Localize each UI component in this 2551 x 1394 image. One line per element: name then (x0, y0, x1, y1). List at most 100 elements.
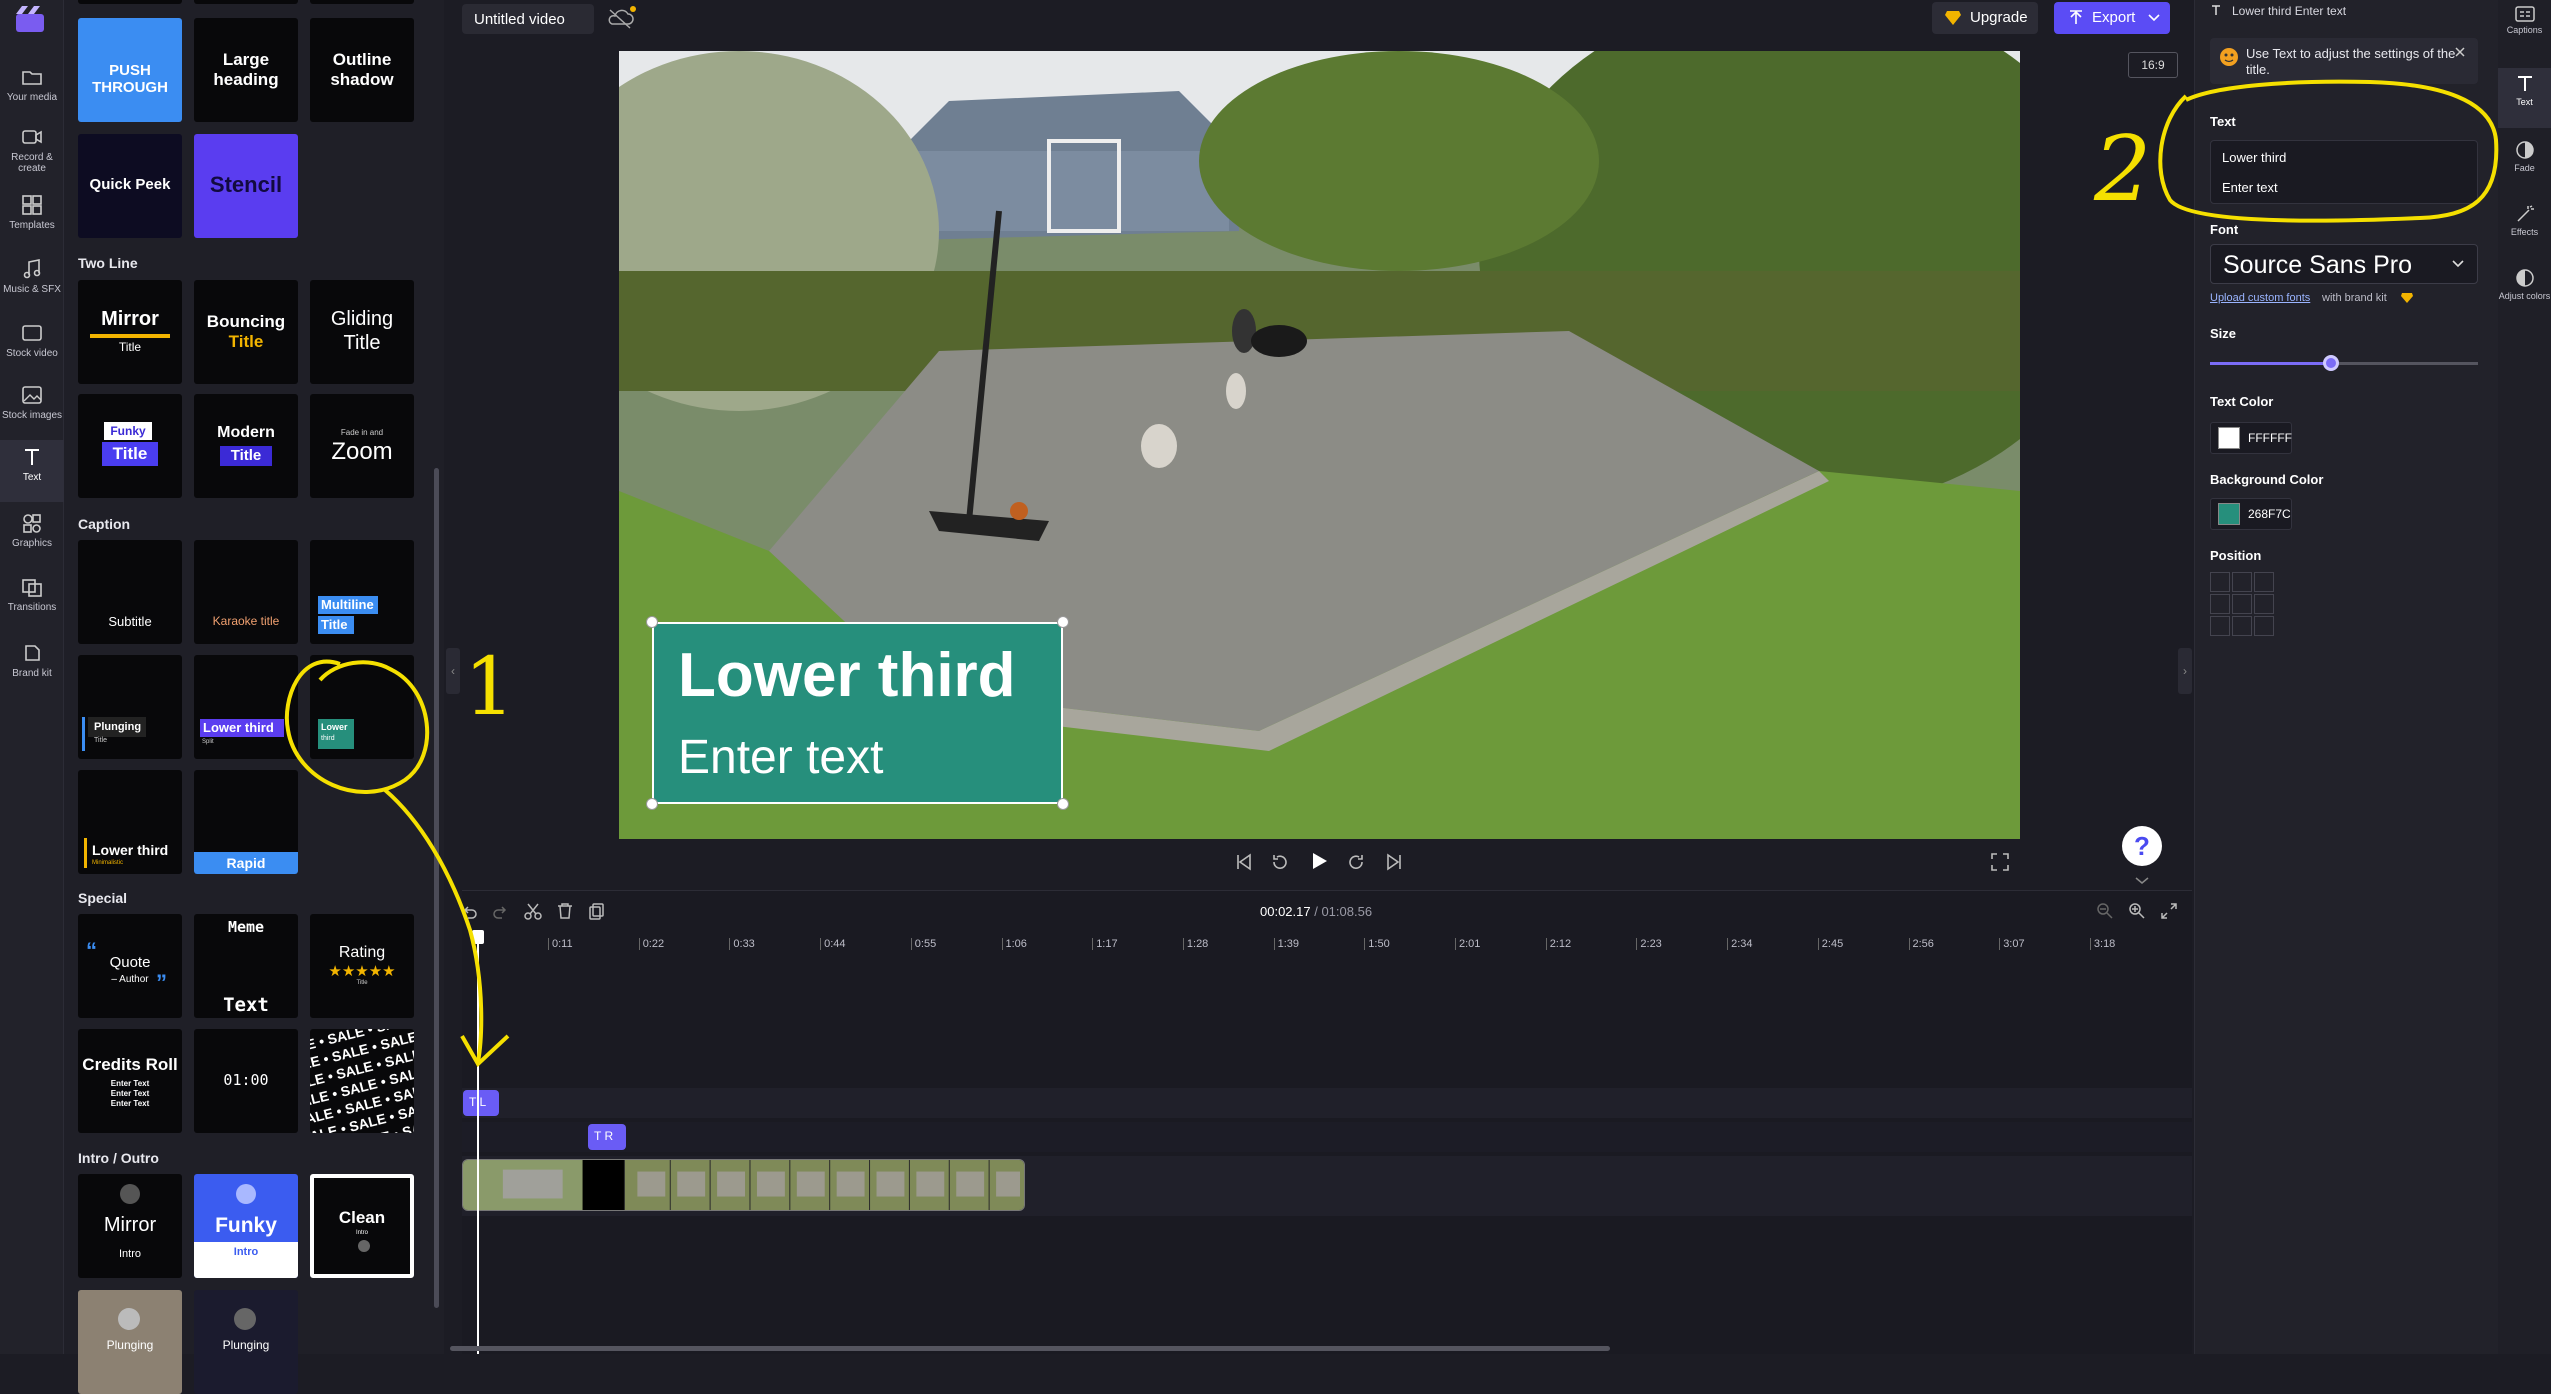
position-cell[interactable] (2254, 572, 2274, 592)
template-stencil[interactable]: Stencil (194, 134, 298, 238)
template-large-heading[interactable]: Large heading (194, 18, 298, 122)
skip-forward-icon[interactable] (1384, 852, 1404, 872)
template-quick-peek[interactable]: Quick Peek (78, 134, 182, 238)
play-icon[interactable] (1308, 850, 1330, 872)
rail-stock-video[interactable]: Stock video (0, 316, 64, 378)
text-line-input[interactable]: Enter text (2222, 180, 2278, 195)
export-button[interactable]: Export (2054, 2, 2170, 34)
resize-handle[interactable] (1057, 616, 1069, 628)
duplicate-icon[interactable] (588, 902, 606, 920)
rail-graphics[interactable]: Graphics (0, 506, 64, 568)
template-subtitle[interactable]: Subtitle (78, 540, 182, 644)
text-line-input[interactable]: Lower third (2222, 150, 2286, 165)
resize-handle[interactable] (1057, 798, 1069, 810)
zoom-in-icon[interactable] (2128, 902, 2146, 920)
rail-adjust-colors[interactable]: Adjust colors (2498, 262, 2551, 322)
template-meme[interactable]: Meme Text (194, 914, 298, 1018)
redo-icon[interactable] (492, 904, 508, 920)
rail-captions[interactable]: Captions (2498, 0, 2551, 60)
aspect-ratio-button[interactable]: 16:9 (2128, 52, 2178, 78)
position-cell[interactable] (2232, 616, 2252, 636)
template-rapid[interactable]: Rapid (194, 770, 298, 874)
rail-stock-images[interactable]: Stock images (0, 378, 64, 440)
upgrade-button[interactable]: Upgrade (1932, 2, 2038, 34)
template-mirror-intro[interactable]: Mirror Intro (78, 1174, 182, 1278)
resize-handle[interactable] (646, 616, 658, 628)
template-bouncing-title[interactable]: Bouncing Title (194, 280, 298, 384)
position-cell[interactable] (2210, 572, 2230, 592)
playhead[interactable] (477, 932, 479, 1354)
template-tile[interactable] (194, 0, 298, 4)
resize-handle[interactable] (646, 798, 658, 810)
background-color-swatch[interactable] (2218, 503, 2240, 525)
skip-back-icon[interactable] (1234, 852, 1254, 872)
lower-third-subtitle[interactable]: Enter text (678, 730, 883, 785)
text-clip[interactable]: T R (588, 1124, 626, 1150)
position-cell[interactable] (2232, 594, 2252, 614)
text-track[interactable] (462, 1088, 2192, 1118)
template-sale[interactable]: SALE • SALE • SALE • SALE SALE • SALE • … (310, 1029, 414, 1133)
lower-third-title[interactable]: Lower third (678, 640, 1016, 711)
position-cell[interactable] (2254, 616, 2274, 636)
template-lower-third-split[interactable]: Lower third Split (194, 655, 298, 759)
collapse-panel-button[interactable]: ‹ (446, 648, 460, 694)
position-cell[interactable] (2254, 594, 2274, 614)
template-mirror-title[interactable]: Mirror Title (78, 280, 182, 384)
template-outline-shadow[interactable]: Outline shadow (310, 18, 414, 122)
rail-music-sfx[interactable]: Music & SFX (0, 252, 64, 314)
background-color-hex[interactable]: 268F7C (2248, 507, 2291, 521)
font-dropdown[interactable]: Source Sans Pro (2210, 244, 2478, 284)
trash-icon[interactable] (556, 902, 574, 920)
template-karaoke-title[interactable]: Karaoke title (194, 540, 298, 644)
template-funky-intro[interactable]: Funky Intro (194, 1174, 298, 1278)
help-button[interactable]: ? (2122, 826, 2162, 866)
text-clip-lower-third[interactable]: T L (463, 1090, 499, 1116)
rail-effects[interactable]: Effects (2498, 198, 2551, 258)
rail-templates[interactable]: Templates (0, 188, 64, 250)
undo-icon[interactable] (462, 904, 478, 920)
position-cell[interactable] (2232, 572, 2252, 592)
template-rating[interactable]: Rating ★★★★★ Title (310, 914, 414, 1018)
rail-record-create[interactable]: Record & create (0, 120, 64, 182)
position-cell[interactable] (2210, 594, 2230, 614)
scissors-icon[interactable] (524, 902, 542, 920)
template-plunging[interactable]: Plunging Title (78, 655, 182, 759)
template-multiline-title[interactable]: Multiline Title (310, 540, 414, 644)
video-clip[interactable] (462, 1159, 1025, 1211)
chevron-down-icon[interactable] (2134, 876, 2150, 886)
rail-text-active[interactable]: Text (2498, 68, 2551, 128)
fullscreen-icon[interactable] (1990, 852, 2010, 872)
rail-transitions[interactable]: Transitions (0, 570, 64, 632)
template-tile[interactable] (78, 0, 182, 4)
text-color-hex[interactable]: FFFFFF (2248, 431, 2292, 445)
fit-timeline-icon[interactable] (2160, 902, 2178, 920)
forward-5s-icon[interactable] (1346, 852, 1366, 872)
template-push-through[interactable]: PUSH THROUGH (78, 18, 182, 122)
close-icon[interactable] (2454, 46, 2466, 58)
size-slider-thumb[interactable] (2322, 355, 2339, 371)
cloud-sync-off-icon[interactable] (606, 6, 636, 30)
template-credits-roll[interactable]: Credits Roll Enter Text Enter Text Enter… (78, 1029, 182, 1133)
rail-text[interactable]: Text (0, 440, 64, 502)
template-gliding-title[interactable]: Gliding Title (310, 280, 414, 384)
rewind-5s-icon[interactable] (1270, 852, 1290, 872)
upload-custom-fonts-link[interactable]: Upload custom fonts (2210, 292, 2310, 304)
template-modern-title[interactable]: Modern Title (194, 394, 298, 498)
timeline-scrollbar[interactable] (450, 1346, 1610, 1351)
template-timer[interactable]: 01:00 (194, 1029, 298, 1133)
text-color-swatch[interactable] (2218, 427, 2240, 449)
template-tile[interactable] (310, 0, 414, 4)
text-track[interactable] (462, 1122, 2192, 1152)
rail-fade[interactable]: Fade (2498, 134, 2551, 194)
rail-your-media[interactable]: Your media (0, 60, 64, 122)
project-title-input[interactable]: Untitled video (462, 4, 594, 34)
template-funky-title[interactable]: Funky Title (78, 394, 182, 498)
template-plunging-intro[interactable]: Plunging (194, 1290, 298, 1394)
template-fade-zoom[interactable]: Fade in and Zoom (310, 394, 414, 498)
template-clean-intro[interactable]: Clean Intro (310, 1174, 414, 1278)
template-lower-third-selected[interactable]: Lower third (310, 655, 414, 759)
zoom-out-icon[interactable] (2096, 902, 2114, 920)
template-lower-third-minimalistic[interactable]: Lower third Minimalistic (78, 770, 182, 874)
panel-scrollbar[interactable] (434, 468, 439, 1308)
template-quote[interactable]: “ Quote – Author ” (78, 914, 182, 1018)
